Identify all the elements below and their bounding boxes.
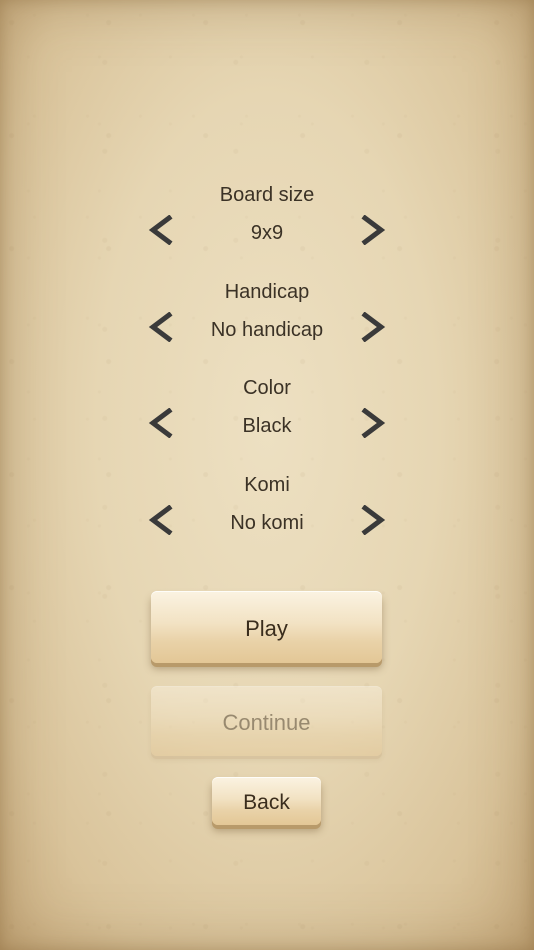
board-size-next-button[interactable]	[354, 208, 394, 252]
color-value: Black	[242, 415, 292, 437]
color-label: Color	[243, 377, 291, 399]
color-next-button[interactable]	[354, 401, 394, 445]
komi-next-button[interactable]	[354, 498, 394, 542]
chevron-right-icon	[361, 408, 386, 438]
handicap-label: Handicap	[224, 281, 310, 303]
board-size-value: 9x9	[250, 222, 284, 244]
handicap-next-button[interactable]	[354, 305, 394, 349]
chevron-right-icon	[361, 312, 386, 342]
chevron-right-icon	[361, 505, 386, 535]
chevron-right-icon	[361, 215, 386, 245]
continue-button[interactable]: Continue	[151, 686, 382, 756]
back-button[interactable]: Back	[212, 777, 321, 825]
komi-label: Komi	[244, 474, 290, 496]
handicap-value: No handicap	[210, 319, 324, 341]
play-button[interactable]: Play	[151, 591, 382, 663]
komi-value: No komi	[230, 512, 304, 534]
board-size-label: Board size	[219, 184, 315, 206]
